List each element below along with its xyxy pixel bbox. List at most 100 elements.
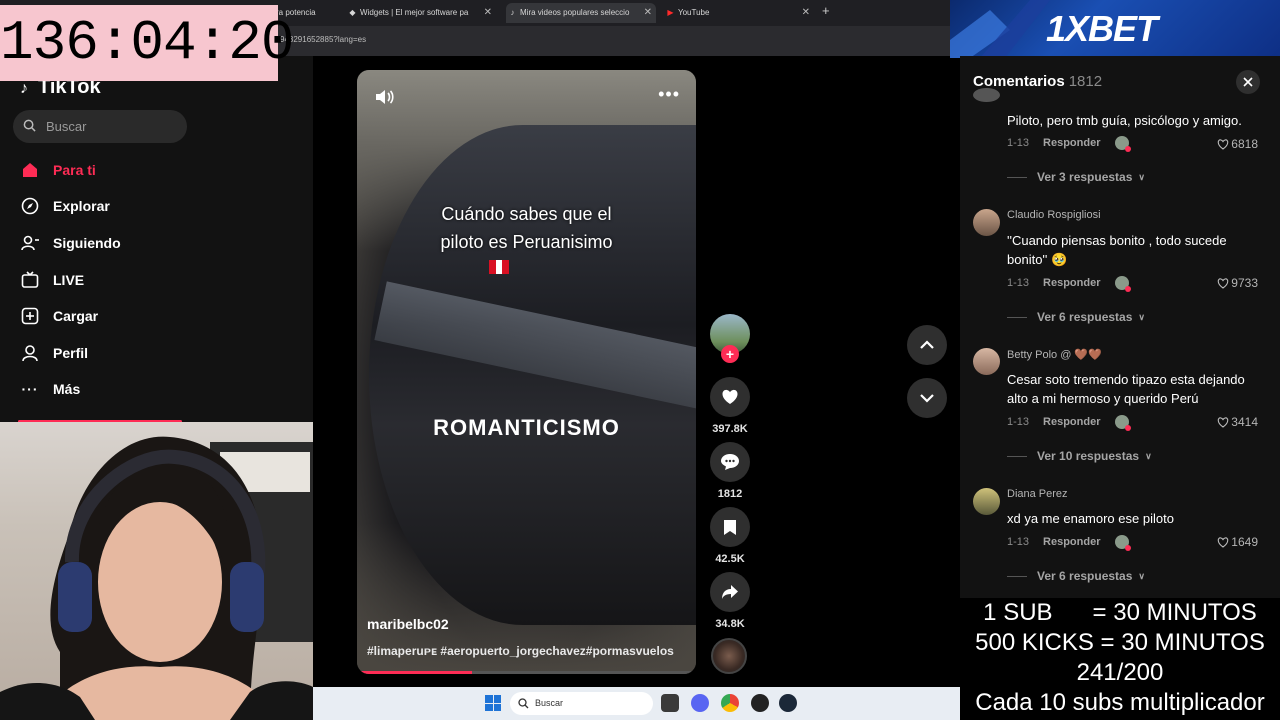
- save-count: 42.5K: [715, 553, 745, 565]
- sidebar-item-siguiendo[interactable]: Siguiendo: [20, 231, 121, 255]
- reply-button[interactable]: Responder: [1043, 137, 1100, 149]
- taskbar-search[interactable]: Buscar: [510, 692, 653, 715]
- creator-liked-avatar: [1114, 415, 1131, 431]
- person-icon: [20, 233, 40, 253]
- comment-like-button[interactable]: 3414: [1217, 415, 1258, 429]
- save-action[interactable]: 42.5K: [710, 507, 750, 565]
- video-player[interactable]: Cuándo sabes que el piloto es Peruanisim…: [357, 70, 696, 674]
- reply-button[interactable]: Responder: [1043, 536, 1100, 548]
- volume-icon[interactable]: [373, 86, 395, 108]
- more-options-icon[interactable]: •••: [658, 85, 680, 103]
- home-icon: [20, 160, 40, 180]
- webcam-feed: [0, 422, 313, 720]
- comment-text: xd ya me enamoro ese piloto: [1007, 511, 1174, 526]
- previous-video-button[interactable]: [907, 325, 947, 365]
- like-action[interactable]: 397.8K: [710, 377, 750, 435]
- windows-start-icon[interactable]: [485, 695, 501, 711]
- comment-like-count: 3414: [1231, 415, 1258, 429]
- commenter-name[interactable]: Betty Polo @ 🤎🤎: [1007, 348, 1102, 361]
- close-comments-button[interactable]: [1236, 70, 1260, 94]
- caption-line: piloto es Peruanisimo: [440, 232, 613, 252]
- sidebar-item-label: Siguiendo: [53, 235, 121, 251]
- ad-brand: 1XBET: [1046, 8, 1158, 49]
- browser-tab[interactable]: ▶ YouTube ✕: [664, 3, 814, 23]
- next-video-button[interactable]: [907, 378, 947, 418]
- sidebar-item-live[interactable]: LIVE: [20, 268, 84, 292]
- live-icon: [20, 270, 40, 290]
- close-icon: [1243, 77, 1253, 87]
- save-button[interactable]: [710, 507, 750, 547]
- peru-flag-icon: [489, 260, 510, 274]
- close-icon[interactable]: ✕: [644, 3, 652, 23]
- browser-tab-active[interactable]: ♪ Mira videos populares seleccio ✕: [506, 3, 656, 23]
- chevron-down-icon: ∨: [1138, 171, 1145, 182]
- comment-like-button[interactable]: 1649: [1217, 535, 1258, 549]
- commenter-name[interactable]: Diana Perez: [1007, 488, 1068, 500]
- share-button[interactable]: [710, 572, 750, 612]
- chevron-down-icon: ∨: [1138, 311, 1145, 322]
- upload-icon: [20, 306, 40, 326]
- comment-like-button[interactable]: 9733: [1217, 276, 1258, 290]
- sidebar-item-mas[interactable]: ··· Más: [20, 377, 81, 401]
- share-icon: [722, 585, 738, 599]
- sidebar-item-perfil[interactable]: Perfil: [20, 341, 88, 365]
- comment-date: 1-13: [1007, 416, 1030, 428]
- comment-action[interactable]: 1812: [710, 442, 750, 500]
- task-view-icon[interactable]: [661, 694, 679, 712]
- heart-outline-icon: [1218, 536, 1229, 548]
- view-replies-label: Ver 10 respuestas: [1037, 449, 1140, 463]
- taskbar-search-label: Buscar: [535, 698, 564, 708]
- commenter-avatar[interactable]: [973, 88, 1000, 102]
- comment-item: Diana Perez xd ya me enamoro ese piloto …: [973, 488, 1268, 598]
- obs-icon[interactable]: [751, 694, 769, 712]
- sidebar-item-cargar[interactable]: Cargar: [20, 304, 98, 328]
- overlay-line: 500 KICKS = 30 MINUTOS: [975, 629, 1265, 656]
- steam-icon[interactable]: [779, 694, 797, 712]
- view-replies-button[interactable]: Ver 3 respuestas ∨: [1007, 170, 1145, 184]
- view-replies-button[interactable]: Ver 6 respuestas ∨: [1007, 310, 1145, 324]
- ad-graphic: [950, 0, 1050, 58]
- search-input[interactable]: [46, 110, 176, 143]
- comment-like-button[interactable]: 6818: [1217, 137, 1258, 151]
- comment-item: Claudio Rospigliosi ''Cuando piensas bon…: [973, 209, 1268, 339]
- comment-like-count: 1649: [1231, 535, 1258, 549]
- comment-button[interactable]: [710, 442, 750, 482]
- chrome-icon[interactable]: [721, 694, 739, 712]
- share-count: 34.8K: [715, 618, 745, 630]
- sidebar-item-para-ti[interactable]: Para ti: [20, 158, 96, 182]
- comment-text: ''Cuando piensas bonito , todo sucede bo…: [1007, 233, 1227, 267]
- music-disc-icon[interactable]: [711, 638, 747, 674]
- heart-outline-icon: [1218, 277, 1229, 289]
- video-hashtags[interactable]: #limaperuᴘᴇ #aeropuerto_jorgechavez#porm…: [367, 644, 674, 658]
- chevron-up-icon: [920, 340, 934, 349]
- more-icon: ···: [21, 381, 39, 397]
- overlay-line: 241/200: [1076, 659, 1164, 686]
- new-tab-icon[interactable]: +: [822, 3, 830, 18]
- reply-button[interactable]: Responder: [1043, 416, 1100, 428]
- reply-button[interactable]: Responder: [1043, 277, 1100, 289]
- search-box[interactable]: [13, 110, 187, 143]
- commenter-avatar[interactable]: [973, 209, 1000, 236]
- like-button[interactable]: [710, 377, 750, 417]
- sidebar-item-explorar[interactable]: Explorar: [20, 194, 110, 218]
- discord-icon[interactable]: [691, 694, 709, 712]
- comment-meta: 1-13 Responder: [1007, 136, 1131, 152]
- video-progress-bar[interactable]: [357, 671, 696, 674]
- share-action[interactable]: 34.8K: [710, 572, 750, 630]
- comments-header: Comentarios 1812: [973, 73, 1102, 90]
- close-icon[interactable]: ✕: [802, 3, 810, 23]
- ad-banner[interactable]: 1XBET: [950, 0, 1280, 58]
- sidebar-item-label: Perfil: [53, 345, 89, 361]
- close-icon[interactable]: ✕: [484, 3, 492, 23]
- commenter-avatar[interactable]: [973, 348, 1000, 375]
- commenter-avatar[interactable]: [973, 488, 1000, 515]
- sidebar-item-label: LIVE: [53, 272, 85, 288]
- comment-meta: 1-13 Responder: [1007, 276, 1131, 292]
- comment-meta: 1-13 Responder: [1007, 415, 1131, 431]
- video-author[interactable]: maribelbc02: [367, 616, 449, 632]
- view-replies-button[interactable]: Ver 10 respuestas ∨: [1007, 449, 1152, 463]
- follow-button[interactable]: +: [721, 345, 739, 363]
- browser-tab[interactable]: ◆ Widgets | El mejor software pa ✕: [346, 3, 496, 23]
- commenter-name[interactable]: Claudio Rospigliosi: [1007, 209, 1101, 221]
- view-replies-button[interactable]: Ver 6 respuestas ∨: [1007, 569, 1145, 583]
